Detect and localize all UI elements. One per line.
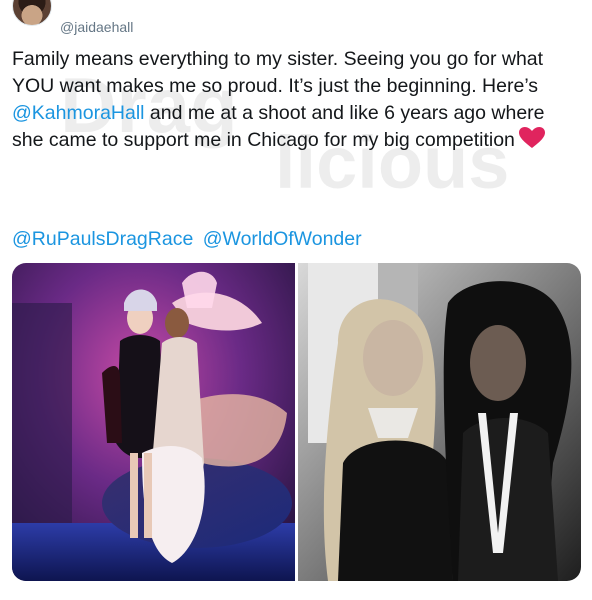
tag-mentions: @RuPaulsDragRace @WorldOfWonder: [12, 226, 366, 253]
photo-shoot-image[interactable]: [12, 263, 295, 581]
heart-icon: [518, 127, 545, 157]
tweet-header: [12, 0, 52, 26]
tweet-text: Family means everything to my sister. Se…: [12, 46, 580, 157]
media-grid: [12, 263, 581, 581]
user-handle[interactable]: @jaidaehall: [60, 19, 133, 35]
mention-rupaulsdragrace[interactable]: @RuPaulsDragRace: [12, 228, 193, 250]
mention-worldofwonder[interactable]: @WorldOfWonder: [203, 228, 362, 250]
competition-image[interactable]: [298, 263, 581, 581]
avatar[interactable]: [12, 0, 52, 26]
tweet-text-part-1: Family means everything to my sister. Se…: [12, 48, 544, 97]
mention-link[interactable]: @KahmoraHall: [12, 102, 145, 124]
